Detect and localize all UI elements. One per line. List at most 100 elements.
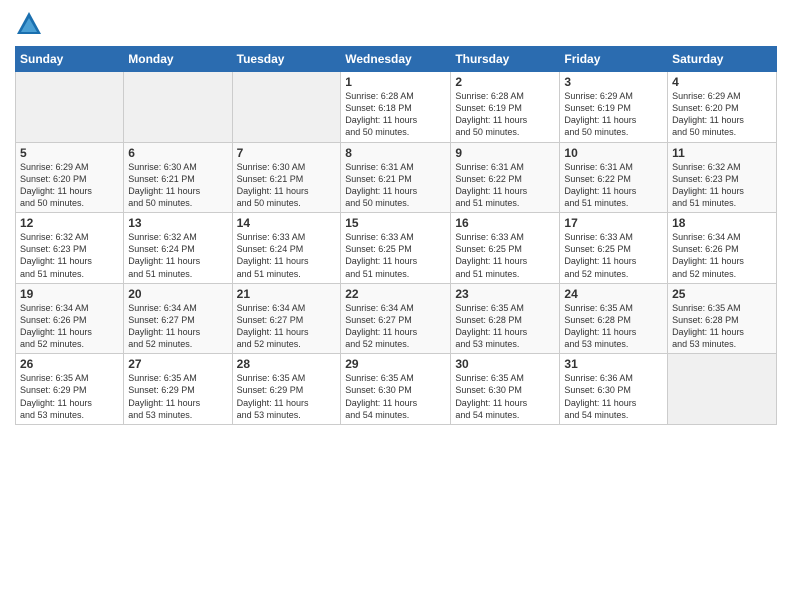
day-info: Sunrise: 6:31 AM Sunset: 6:21 PM Dayligh… xyxy=(345,161,446,210)
day-number: 21 xyxy=(237,287,337,301)
day-info: Sunrise: 6:32 AM Sunset: 6:23 PM Dayligh… xyxy=(672,161,772,210)
day-info: Sunrise: 6:35 AM Sunset: 6:28 PM Dayligh… xyxy=(672,302,772,351)
calendar-cell: 5Sunrise: 6:29 AM Sunset: 6:20 PM Daylig… xyxy=(16,142,124,213)
day-info: Sunrise: 6:32 AM Sunset: 6:24 PM Dayligh… xyxy=(128,231,227,280)
calendar-cell: 13Sunrise: 6:32 AM Sunset: 6:24 PM Dayli… xyxy=(124,213,232,284)
day-info: Sunrise: 6:33 AM Sunset: 6:25 PM Dayligh… xyxy=(345,231,446,280)
calendar-cell: 11Sunrise: 6:32 AM Sunset: 6:23 PM Dayli… xyxy=(668,142,777,213)
calendar-cell: 4Sunrise: 6:29 AM Sunset: 6:20 PM Daylig… xyxy=(668,72,777,143)
weekday-header-row: SundayMondayTuesdayWednesdayThursdayFrid… xyxy=(16,47,777,72)
day-info: Sunrise: 6:29 AM Sunset: 6:20 PM Dayligh… xyxy=(20,161,119,210)
day-number: 1 xyxy=(345,75,446,89)
calendar-cell: 20Sunrise: 6:34 AM Sunset: 6:27 PM Dayli… xyxy=(124,283,232,354)
day-number: 17 xyxy=(564,216,663,230)
day-info: Sunrise: 6:35 AM Sunset: 6:28 PM Dayligh… xyxy=(455,302,555,351)
day-info: Sunrise: 6:34 AM Sunset: 6:27 PM Dayligh… xyxy=(345,302,446,351)
day-info: Sunrise: 6:33 AM Sunset: 6:24 PM Dayligh… xyxy=(237,231,337,280)
day-number: 16 xyxy=(455,216,555,230)
calendar-cell: 16Sunrise: 6:33 AM Sunset: 6:25 PM Dayli… xyxy=(451,213,560,284)
day-info: Sunrise: 6:28 AM Sunset: 6:19 PM Dayligh… xyxy=(455,90,555,139)
calendar-cell: 8Sunrise: 6:31 AM Sunset: 6:21 PM Daylig… xyxy=(341,142,451,213)
calendar-week-4: 19Sunrise: 6:34 AM Sunset: 6:26 PM Dayli… xyxy=(16,283,777,354)
day-number: 30 xyxy=(455,357,555,371)
calendar-cell: 30Sunrise: 6:35 AM Sunset: 6:30 PM Dayli… xyxy=(451,354,560,425)
day-info: Sunrise: 6:30 AM Sunset: 6:21 PM Dayligh… xyxy=(237,161,337,210)
calendar-cell: 7Sunrise: 6:30 AM Sunset: 6:21 PM Daylig… xyxy=(232,142,341,213)
day-number: 2 xyxy=(455,75,555,89)
calendar-cell: 18Sunrise: 6:34 AM Sunset: 6:26 PM Dayli… xyxy=(668,213,777,284)
weekday-header-sunday: Sunday xyxy=(16,47,124,72)
logo-icon xyxy=(15,10,43,38)
day-info: Sunrise: 6:29 AM Sunset: 6:19 PM Dayligh… xyxy=(564,90,663,139)
calendar-cell: 29Sunrise: 6:35 AM Sunset: 6:30 PM Dayli… xyxy=(341,354,451,425)
calendar-week-1: 1Sunrise: 6:28 AM Sunset: 6:18 PM Daylig… xyxy=(16,72,777,143)
day-info: Sunrise: 6:35 AM Sunset: 6:30 PM Dayligh… xyxy=(455,372,555,421)
day-number: 25 xyxy=(672,287,772,301)
calendar-week-3: 12Sunrise: 6:32 AM Sunset: 6:23 PM Dayli… xyxy=(16,213,777,284)
calendar-cell: 14Sunrise: 6:33 AM Sunset: 6:24 PM Dayli… xyxy=(232,213,341,284)
day-number: 18 xyxy=(672,216,772,230)
day-info: Sunrise: 6:35 AM Sunset: 6:29 PM Dayligh… xyxy=(20,372,119,421)
day-info: Sunrise: 6:35 AM Sunset: 6:29 PM Dayligh… xyxy=(128,372,227,421)
day-number: 5 xyxy=(20,146,119,160)
day-info: Sunrise: 6:32 AM Sunset: 6:23 PM Dayligh… xyxy=(20,231,119,280)
day-info: Sunrise: 6:35 AM Sunset: 6:28 PM Dayligh… xyxy=(564,302,663,351)
day-number: 3 xyxy=(564,75,663,89)
day-number: 19 xyxy=(20,287,119,301)
calendar-cell: 10Sunrise: 6:31 AM Sunset: 6:22 PM Dayli… xyxy=(560,142,668,213)
day-number: 26 xyxy=(20,357,119,371)
day-info: Sunrise: 6:35 AM Sunset: 6:29 PM Dayligh… xyxy=(237,372,337,421)
day-info: Sunrise: 6:34 AM Sunset: 6:26 PM Dayligh… xyxy=(20,302,119,351)
day-info: Sunrise: 6:34 AM Sunset: 6:27 PM Dayligh… xyxy=(237,302,337,351)
logo xyxy=(15,10,47,38)
calendar-cell: 9Sunrise: 6:31 AM Sunset: 6:22 PM Daylig… xyxy=(451,142,560,213)
day-info: Sunrise: 6:29 AM Sunset: 6:20 PM Dayligh… xyxy=(672,90,772,139)
day-info: Sunrise: 6:28 AM Sunset: 6:18 PM Dayligh… xyxy=(345,90,446,139)
calendar-cell: 17Sunrise: 6:33 AM Sunset: 6:25 PM Dayli… xyxy=(560,213,668,284)
calendar-cell: 19Sunrise: 6:34 AM Sunset: 6:26 PM Dayli… xyxy=(16,283,124,354)
day-number: 22 xyxy=(345,287,446,301)
day-number: 6 xyxy=(128,146,227,160)
day-number: 4 xyxy=(672,75,772,89)
calendar-cell: 23Sunrise: 6:35 AM Sunset: 6:28 PM Dayli… xyxy=(451,283,560,354)
calendar-week-5: 26Sunrise: 6:35 AM Sunset: 6:29 PM Dayli… xyxy=(16,354,777,425)
calendar-cell: 26Sunrise: 6:35 AM Sunset: 6:29 PM Dayli… xyxy=(16,354,124,425)
day-number: 28 xyxy=(237,357,337,371)
weekday-header-thursday: Thursday xyxy=(451,47,560,72)
day-number: 12 xyxy=(20,216,119,230)
calendar-cell: 27Sunrise: 6:35 AM Sunset: 6:29 PM Dayli… xyxy=(124,354,232,425)
day-number: 27 xyxy=(128,357,227,371)
header xyxy=(15,10,777,38)
calendar-cell: 2Sunrise: 6:28 AM Sunset: 6:19 PM Daylig… xyxy=(451,72,560,143)
day-info: Sunrise: 6:36 AM Sunset: 6:30 PM Dayligh… xyxy=(564,372,663,421)
day-info: Sunrise: 6:31 AM Sunset: 6:22 PM Dayligh… xyxy=(455,161,555,210)
calendar-cell xyxy=(124,72,232,143)
calendar-cell xyxy=(668,354,777,425)
day-info: Sunrise: 6:33 AM Sunset: 6:25 PM Dayligh… xyxy=(455,231,555,280)
calendar-week-2: 5Sunrise: 6:29 AM Sunset: 6:20 PM Daylig… xyxy=(16,142,777,213)
calendar-table: SundayMondayTuesdayWednesdayThursdayFrid… xyxy=(15,46,777,425)
calendar-cell: 6Sunrise: 6:30 AM Sunset: 6:21 PM Daylig… xyxy=(124,142,232,213)
day-number: 13 xyxy=(128,216,227,230)
day-number: 7 xyxy=(237,146,337,160)
day-number: 15 xyxy=(345,216,446,230)
day-number: 24 xyxy=(564,287,663,301)
day-number: 29 xyxy=(345,357,446,371)
day-info: Sunrise: 6:30 AM Sunset: 6:21 PM Dayligh… xyxy=(128,161,227,210)
day-number: 31 xyxy=(564,357,663,371)
calendar-cell xyxy=(16,72,124,143)
day-number: 8 xyxy=(345,146,446,160)
day-info: Sunrise: 6:35 AM Sunset: 6:30 PM Dayligh… xyxy=(345,372,446,421)
weekday-header-friday: Friday xyxy=(560,47,668,72)
calendar-cell: 1Sunrise: 6:28 AM Sunset: 6:18 PM Daylig… xyxy=(341,72,451,143)
calendar-cell: 24Sunrise: 6:35 AM Sunset: 6:28 PM Dayli… xyxy=(560,283,668,354)
day-number: 20 xyxy=(128,287,227,301)
day-number: 9 xyxy=(455,146,555,160)
calendar-cell: 28Sunrise: 6:35 AM Sunset: 6:29 PM Dayli… xyxy=(232,354,341,425)
day-info: Sunrise: 6:33 AM Sunset: 6:25 PM Dayligh… xyxy=(564,231,663,280)
day-number: 14 xyxy=(237,216,337,230)
calendar-cell: 12Sunrise: 6:32 AM Sunset: 6:23 PM Dayli… xyxy=(16,213,124,284)
day-number: 11 xyxy=(672,146,772,160)
calendar-cell: 3Sunrise: 6:29 AM Sunset: 6:19 PM Daylig… xyxy=(560,72,668,143)
weekday-header-monday: Monday xyxy=(124,47,232,72)
